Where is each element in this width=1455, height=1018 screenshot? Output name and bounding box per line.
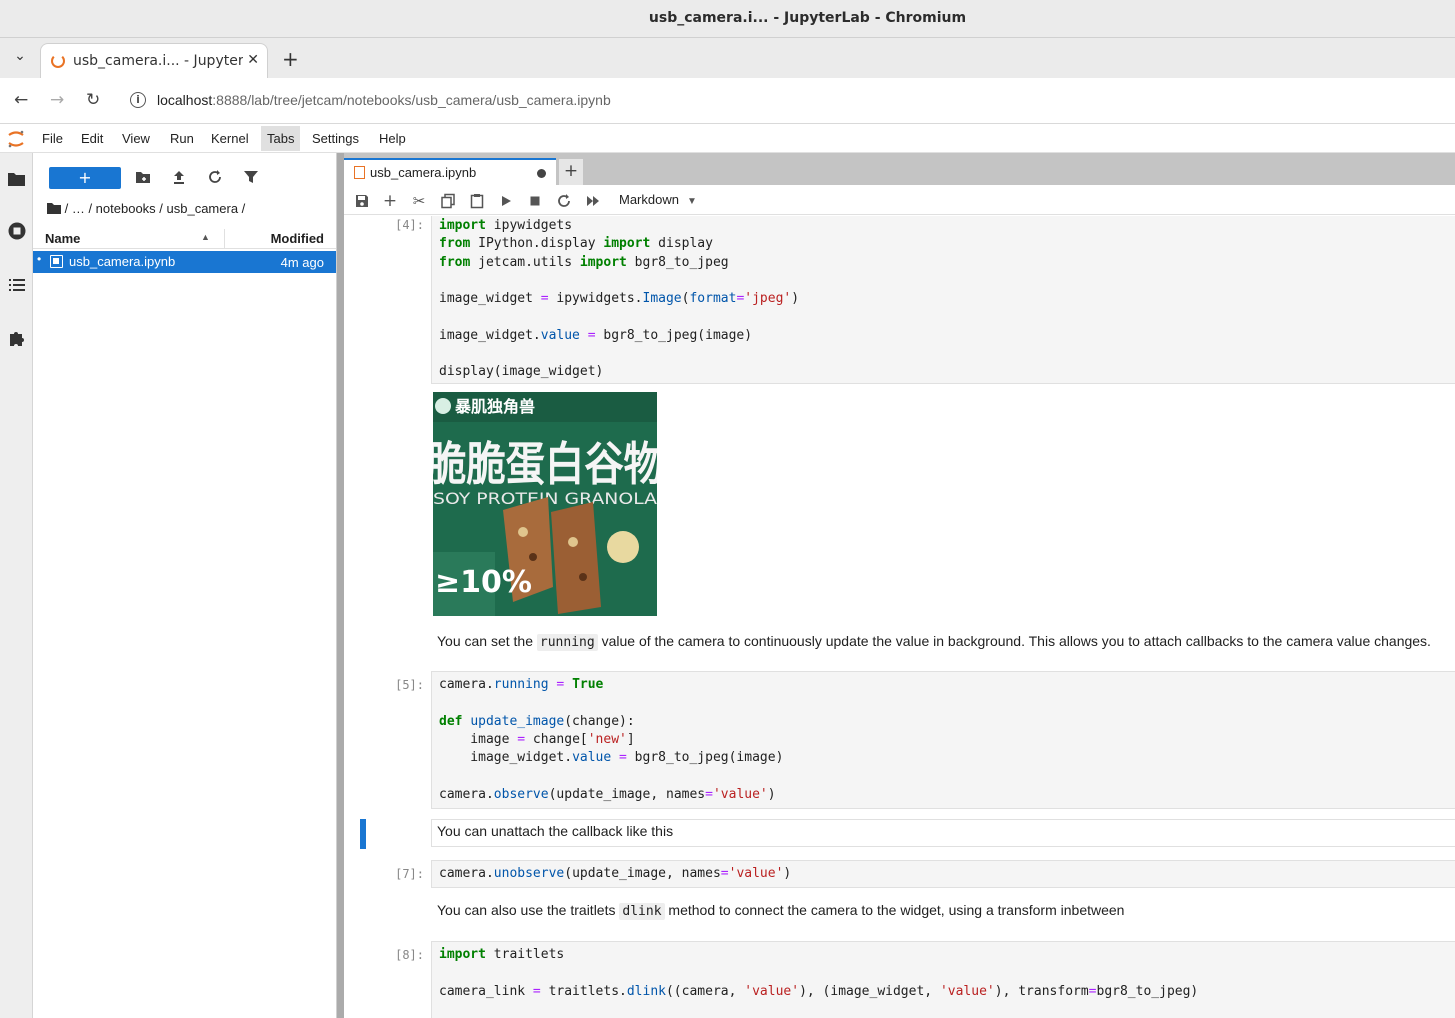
name-column-header[interactable]: Name [45, 231, 80, 246]
notebook-tab[interactable]: usb_camera.ipynb [344, 158, 556, 185]
markdown-cell-running[interactable]: You can set the running value of the cam… [437, 633, 1431, 651]
save-icon[interactable] [354, 193, 370, 209]
notebook-tab-title: usb_camera.ipynb [370, 165, 477, 180]
cell-prompt: [8]: [395, 948, 424, 962]
markdown-text[interactable]: You can unattach the callback like this [437, 823, 673, 839]
fast-forward-icon[interactable] [585, 193, 601, 209]
menu-view[interactable]: View [122, 131, 150, 146]
new-tab-plus-icon[interactable]: + [282, 47, 299, 71]
code-cell-5-source[interactable]: camera.running = True def update_image(c… [439, 676, 783, 804]
panel-splitter[interactable] [337, 153, 344, 1018]
cut-scissors-icon[interactable]: ✂ [411, 193, 427, 209]
notebook-icon [354, 166, 365, 179]
paste-clipboard-icon[interactable] [469, 193, 485, 209]
cell-prompt: [7]: [395, 867, 424, 881]
cell-type-select[interactable]: Markdown ▼ [619, 192, 697, 207]
left-activity-bar [0, 153, 33, 1018]
image-text-brand: 暴肌独角兽 [454, 397, 535, 416]
extension-puzzle-icon[interactable] [7, 328, 27, 348]
menu-kernel[interactable]: Kernel [211, 131, 249, 146]
file-list-item[interactable]: • usb_camera.ipynb 4m ago [33, 251, 336, 273]
code-cell-7-source[interactable]: camera.unobserve(update_image, names='va… [439, 865, 791, 883]
url-text[interactable]: localhost:8888/lab/tree/jetcam/notebooks… [157, 92, 611, 108]
active-cell-indicator [360, 819, 366, 849]
insert-cell-plus-icon[interactable]: + [382, 193, 398, 210]
code-cell-8-source[interactable]: import traitlets camera_link = traitlets… [439, 946, 1198, 1001]
image-text-percent: ≥10% [435, 565, 532, 600]
window-titlebar: usb_camera.i... - JupyterLab - Chromium [0, 0, 1455, 38]
column-divider[interactable] [224, 229, 225, 249]
notebook-cells[interactable]: [4]: import ipywidgets from IPython.disp… [344, 216, 1455, 1018]
menu-settings[interactable]: Settings [312, 131, 359, 146]
unsaved-dot-icon[interactable] [537, 169, 546, 178]
restart-kernel-icon[interactable] [556, 193, 572, 209]
browser-tab-strip: ⌄ usb_camera.i... - Jupyter ✕ + [0, 38, 1455, 78]
forward-arrow-icon[interactable]: → [50, 90, 64, 110]
running-sessions-icon[interactable] [7, 221, 27, 241]
markdown-cell-unattach[interactable]: You can unattach the callback like this [431, 819, 1455, 847]
stop-square-icon[interactable] [527, 193, 543, 209]
cell-type-value: Markdown [619, 192, 679, 207]
refresh-icon[interactable] [207, 169, 223, 185]
browser-navigation-bar: ← → ↻ i localhost:8888/lab/tree/jetcam/n… [0, 78, 1455, 124]
modified-column-header[interactable]: Modified [271, 231, 324, 246]
breadcrumb-path[interactable]: / … / notebooks / usb_camera / [65, 201, 246, 216]
sort-ascending-icon[interactable]: ▲ [201, 232, 210, 242]
markdown-cell-dlink[interactable]: You can also use the traitlets dlink met… [437, 902, 1124, 920]
browser-tab[interactable]: usb_camera.i... - Jupyter ✕ [40, 43, 268, 78]
filter-icon[interactable] [243, 169, 259, 185]
folder-icon[interactable] [7, 169, 27, 189]
home-folder-icon[interactable] [47, 202, 61, 214]
site-info-icon[interactable]: i [130, 92, 146, 108]
code-cell-8[interactable]: import traitlets camera_link = traitlets… [431, 941, 1455, 1018]
copy-icon[interactable] [440, 193, 456, 209]
reload-icon[interactable]: ↻ [86, 90, 100, 110]
jupyter-menubar: File Edit View Run Kernel Tabs Settings … [0, 125, 1455, 153]
window-title: usb_camera.i... - JupyterLab - Chromium [648, 10, 967, 26]
code-cell-7[interactable]: camera.unobserve(update_image, names='va… [431, 860, 1455, 888]
camera-output-image: 暴肌独角兽 脆脆蛋白谷物 SOY PROTEIN GRANOLA ≥10% [433, 392, 657, 616]
breadcrumb[interactable]: / … / notebooks / usb_camera / [47, 201, 245, 216]
menu-file[interactable]: File [42, 131, 63, 146]
document-tab-bar: usb_camera.ipynb + [344, 153, 1455, 185]
notebook-toolbar: + ✂ Markdown ▼ [344, 185, 1455, 215]
running-indicator-icon: • [37, 252, 42, 266]
cell-prompt: [5]: [395, 678, 424, 692]
tab-list-chevron-icon[interactable]: ⌄ [8, 48, 32, 70]
jupyter-logo-icon [8, 130, 24, 148]
table-of-contents-icon[interactable] [7, 275, 27, 295]
file-browser-panel: + / … / notebooks / usb_camera / Name ▲ … [33, 153, 337, 1018]
menu-help[interactable]: Help [379, 131, 406, 146]
file-modified: 4m ago [280, 255, 324, 270]
code-cell-4-source[interactable]: import ipywidgets from IPython.display i… [439, 217, 799, 382]
image-text-product: 脆脆蛋白谷物 [433, 437, 657, 491]
file-name: usb_camera.ipynb [69, 254, 176, 269]
loading-spinner-icon [51, 54, 65, 68]
file-list-header: Name ▲ Modified [33, 229, 336, 249]
menu-tabs[interactable]: Tabs [261, 126, 301, 151]
notebook-file-icon [50, 255, 63, 268]
add-tab-plus-icon[interactable]: + [559, 159, 583, 185]
menu-edit[interactable]: Edit [81, 131, 103, 146]
new-folder-icon[interactable] [135, 169, 151, 185]
chevron-down-icon: ▼ [686, 196, 697, 207]
code-cell-5[interactable]: camera.running = True def update_image(c… [431, 671, 1455, 809]
address-bar[interactable]: i localhost:8888/lab/tree/jetcam/noteboo… [120, 84, 1450, 118]
code-cell-4[interactable]: import ipywidgets from IPython.display i… [431, 216, 1455, 384]
new-launcher-button[interactable]: + [49, 167, 121, 189]
run-play-icon[interactable] [498, 193, 514, 209]
close-tab-icon[interactable]: ✕ [247, 52, 259, 68]
back-arrow-icon[interactable]: ← [14, 90, 28, 110]
upload-icon[interactable] [171, 169, 187, 185]
menu-run[interactable]: Run [170, 131, 194, 146]
browser-tab-title: usb_camera.i... - Jupyter [73, 53, 243, 69]
cell-prompt: [4]: [395, 218, 424, 232]
